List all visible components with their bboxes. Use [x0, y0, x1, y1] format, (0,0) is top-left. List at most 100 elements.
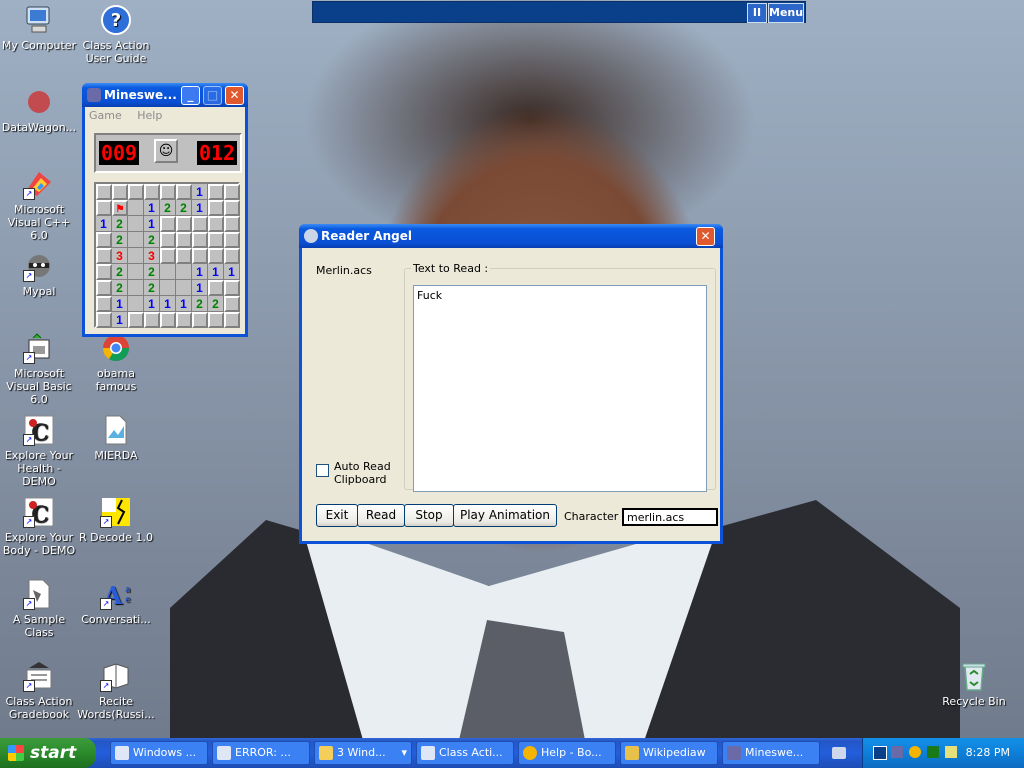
mine-cell-number[interactable]: 2 [176, 200, 192, 216]
mine-cell-covered[interactable] [96, 312, 112, 328]
task-help[interactable]: Help - Bo... [518, 741, 616, 765]
mine-cell-covered[interactable] [160, 312, 176, 328]
mine-cell-covered[interactable] [192, 312, 208, 328]
mine-cell-covered[interactable] [192, 248, 208, 264]
mine-cell-number[interactable]: 1 [192, 264, 208, 280]
mine-cell-covered[interactable] [224, 232, 240, 248]
close-button[interactable]: ✕ [225, 86, 244, 105]
mine-cell-covered[interactable] [176, 232, 192, 248]
mine-cell-number[interactable]: 1 [96, 216, 112, 232]
mine-cell-covered[interactable] [224, 184, 240, 200]
mine-cell-covered[interactable] [208, 184, 224, 200]
stop-button[interactable]: Stop [404, 504, 454, 527]
mine-cell-covered[interactable] [224, 200, 240, 216]
task-error[interactable]: ERROR: ... [212, 741, 310, 765]
mine-cell-covered[interactable] [96, 232, 112, 248]
task-class-action[interactable]: Class Acti... [416, 741, 514, 765]
mine-cell-covered[interactable] [144, 184, 160, 200]
exit-button[interactable]: Exit [316, 504, 358, 527]
desktop-icon-datawagon[interactable]: DataWagon... [0, 86, 78, 134]
play-animation-button[interactable]: Play Animation [453, 504, 557, 527]
mine-cell-covered[interactable] [208, 280, 224, 296]
task-minesweeper[interactable]: Mineswe... [722, 741, 820, 765]
mine-cell-covered[interactable] [208, 232, 224, 248]
mine-cell-number[interactable]: 1 [224, 264, 240, 280]
mine-cell-covered[interactable] [224, 280, 240, 296]
mine-cell-covered[interactable] [176, 216, 192, 232]
start-button[interactable]: start [0, 738, 96, 768]
mine-cell-covered[interactable] [192, 216, 208, 232]
clock[interactable]: 8:28 PM [966, 738, 1010, 768]
mine-cell-number[interactable]: 2 [192, 296, 208, 312]
checkbox-box[interactable] [316, 464, 329, 477]
mine-cell-covered[interactable] [224, 312, 240, 328]
task-3-windows[interactable]: 3 Wind... ▾ [314, 741, 412, 765]
task-wikipediaw[interactable]: Wikipediaw [620, 741, 718, 765]
mine-cell-covered[interactable] [96, 280, 112, 296]
mine-cell-number[interactable]: 2 [112, 280, 128, 296]
desktop-icon-explore-body[interactable]: C ↗ Explore Your Body - DEMO [0, 496, 78, 557]
mine-cell-covered[interactable] [192, 232, 208, 248]
smiley-button[interactable]: ☺ [154, 139, 178, 163]
mine-cell-flag[interactable]: ⚑ [112, 200, 128, 216]
menu-help[interactable]: Help [137, 109, 162, 122]
mine-cell-empty[interactable] [128, 232, 144, 248]
mine-cell-covered[interactable] [224, 248, 240, 264]
desktop-icon-class-action-user-guide[interactable]: ? Class Action User Guide [77, 4, 155, 65]
mine-cell-empty[interactable] [128, 296, 144, 312]
mine-cell-number[interactable]: 1 [160, 296, 176, 312]
desktop-icon-recycle-bin[interactable]: Recycle Bin [935, 660, 1013, 708]
mine-cell-covered[interactable] [112, 184, 128, 200]
mine-cell-number[interactable]: 1 [112, 296, 128, 312]
desktop-icon-visual-basic[interactable]: ↗ Microsoft Visual Basic 6.0 [0, 332, 78, 406]
mine-cell-empty[interactable] [128, 264, 144, 280]
security-tray-icon[interactable] [945, 746, 957, 758]
mine-cell-number[interactable]: 1 [208, 264, 224, 280]
mine-cell-number[interactable]: 1 [144, 200, 160, 216]
desktop-icon-gradebook[interactable]: ↗ Class Action Gradebook [0, 660, 78, 721]
mine-cell-number[interactable]: 1 [112, 312, 128, 328]
mine-cell-number[interactable]: 3 [144, 248, 160, 264]
mine-cell-covered[interactable] [160, 184, 176, 200]
mine-cell-number[interactable]: 2 [160, 200, 176, 216]
text-to-read-input[interactable] [413, 285, 707, 492]
mine-cell-covered[interactable] [96, 200, 112, 216]
mine-cell-covered[interactable] [160, 248, 176, 264]
mine-cell-number[interactable]: 2 [144, 264, 160, 280]
menu-game[interactable]: Game [89, 109, 122, 122]
mine-cell-covered[interactable] [208, 312, 224, 328]
mine-cell-number[interactable]: 2 [208, 296, 224, 312]
pause-button[interactable]: II [747, 3, 767, 23]
mine-cell-number[interactable]: 1 [192, 280, 208, 296]
mine-cell-number[interactable]: 2 [144, 232, 160, 248]
mine-cell-number[interactable]: 2 [144, 280, 160, 296]
keyboard-icon[interactable] [832, 747, 846, 759]
network-tray-icon[interactable] [927, 746, 939, 758]
desktop-icon-recite-words[interactable]: ↗ Recite Words(Russi... [77, 660, 155, 721]
mine-cell-covered[interactable] [160, 216, 176, 232]
desktop-icon-visual-cpp[interactable]: ↗ Microsoft Visual C++ 6.0 [0, 168, 78, 242]
mine-cell-number[interactable]: 1 [144, 216, 160, 232]
mine-cell-covered[interactable] [144, 312, 160, 328]
desktop-icon-my-computer[interactable]: My Computer [0, 4, 78, 52]
mine-cell-covered[interactable] [96, 296, 112, 312]
mine-cell-empty[interactable] [128, 200, 144, 216]
desktop-icon-mierda[interactable]: MIERDA [77, 414, 155, 462]
mine-cell-number[interactable]: 3 [112, 248, 128, 264]
mine-cell-covered[interactable] [96, 264, 112, 280]
mine-cell-covered[interactable] [208, 248, 224, 264]
mine-cell-covered[interactable] [176, 184, 192, 200]
close-button[interactable]: ✕ [696, 227, 715, 246]
mine-cell-covered[interactable] [208, 200, 224, 216]
mine-cell-number[interactable]: 1 [144, 296, 160, 312]
character-input[interactable] [622, 508, 718, 526]
reader-titlebar[interactable]: Reader Angel ✕ [299, 224, 723, 248]
minesweeper-titlebar[interactable]: Mineswe... _ □ ✕ [82, 83, 248, 107]
mine-cell-empty[interactable] [128, 216, 144, 232]
mine-cell-covered[interactable] [176, 312, 192, 328]
read-button[interactable]: Read [357, 504, 405, 527]
mine-cell-empty[interactable] [160, 280, 176, 296]
mine-cell-covered[interactable] [128, 312, 144, 328]
agent-tray-icon[interactable] [873, 746, 887, 760]
mine-cell-empty[interactable] [176, 280, 192, 296]
